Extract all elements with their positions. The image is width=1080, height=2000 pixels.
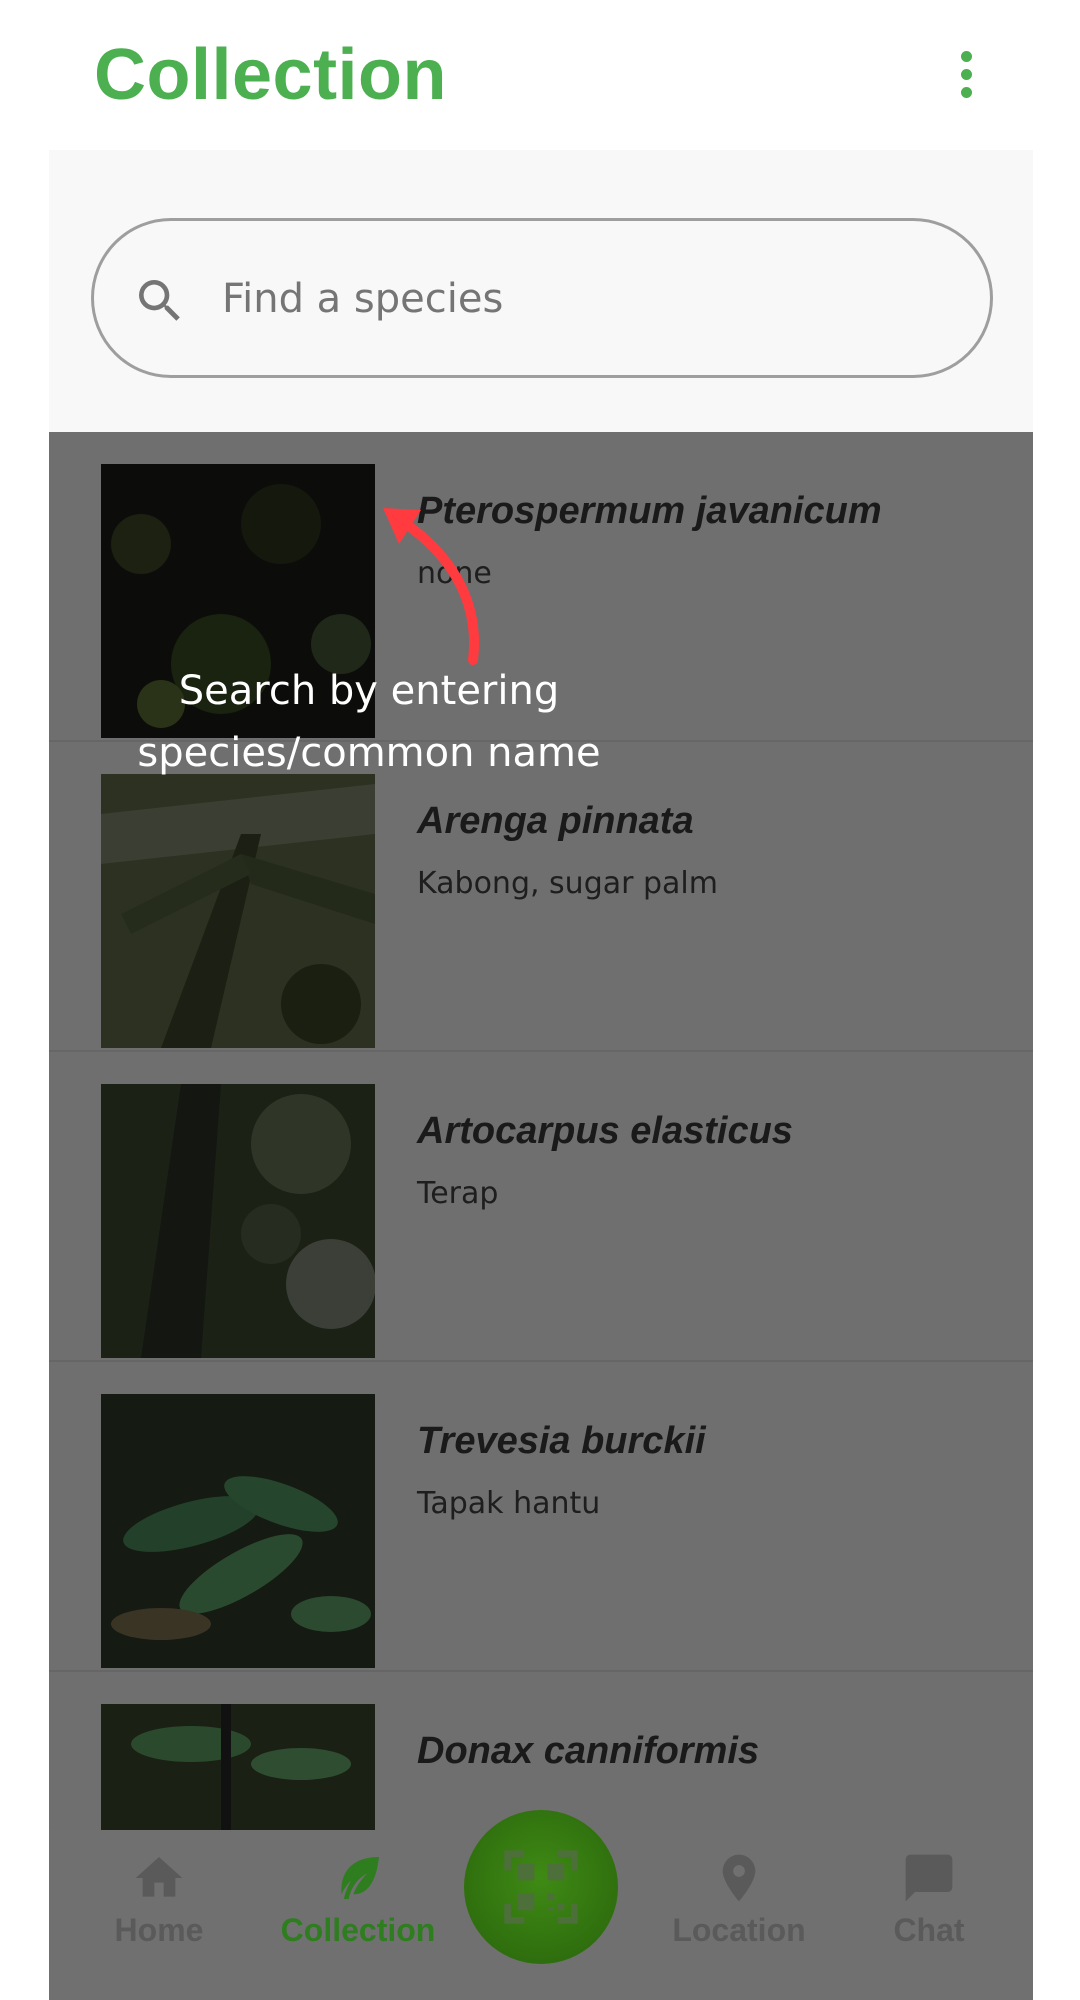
leaf-icon — [341, 1857, 379, 1899]
more-vert-icon-dot — [960, 86, 972, 98]
search-input[interactable] — [222, 261, 922, 337]
nav-collection[interactable]: Collection — [268, 1830, 448, 2000]
more-options-button[interactable] — [946, 44, 986, 104]
list-item[interactable]: Trevesia burckii Tapak hantu — [49, 1362, 1033, 1672]
nav-chat[interactable]: Chat — [839, 1830, 1019, 2000]
nav-location-label: Location — [672, 1912, 806, 1948]
location-pin-icon — [722, 1854, 756, 1902]
more-vert-icon — [960, 50, 972, 62]
app-root: Collection Find a species Pterospermum j… — [0, 0, 1080, 2000]
list-item[interactable]: Artocarpus elasticus Terap — [49, 1052, 1033, 1362]
nav-home[interactable]: Home — [69, 1830, 249, 2000]
bottom-navigation: Home Collection Location Chat — [49, 1810, 1033, 2000]
tooltip-arrow — [383, 508, 479, 665]
nav-chat-label: Chat — [893, 1912, 965, 1948]
more-vert-icon-dot — [960, 68, 972, 80]
nav-collection-label: Collection — [280, 1912, 436, 1948]
species-common-name: Tapak hantu — [417, 1486, 601, 1521]
list-item[interactable]: Arenga pinnata Kabong, sugar palm — [49, 742, 1033, 1052]
species-common-name: Kabong, sugar palm — [417, 866, 718, 901]
chat-bubble-icon — [905, 1854, 953, 1902]
page-title: Collection — [94, 35, 448, 115]
content-panel: Pterospermum javanicum none Arenga pinna… — [49, 150, 1033, 2000]
search-area — [49, 150, 1033, 432]
species-thumbnail — [101, 1084, 375, 1358]
species-scientific-name: Artocarpus elasticus — [417, 1110, 793, 1152]
home-icon — [135, 1857, 183, 1897]
qr-code-icon — [504, 1850, 578, 1924]
scan-qr-button[interactable] — [464, 1810, 618, 1964]
species-common-name: Terap — [417, 1176, 499, 1211]
species-thumbnail — [101, 774, 375, 1048]
app-header: Collection — [0, 0, 1080, 150]
tooltip-text: Search by entering species/common name — [137, 668, 601, 776]
species-scientific-name: Arenga pinnata — [417, 800, 694, 842]
nav-location[interactable]: Location — [649, 1830, 829, 2000]
species-scientific-name: Donax canniformis — [417, 1730, 760, 1772]
nav-home-label: Home — [114, 1912, 204, 1948]
search-icon — [139, 280, 180, 321]
species-scientific-name: Trevesia burckii — [417, 1420, 706, 1462]
species-thumbnail — [101, 1394, 375, 1668]
search-bar[interactable] — [91, 218, 993, 378]
